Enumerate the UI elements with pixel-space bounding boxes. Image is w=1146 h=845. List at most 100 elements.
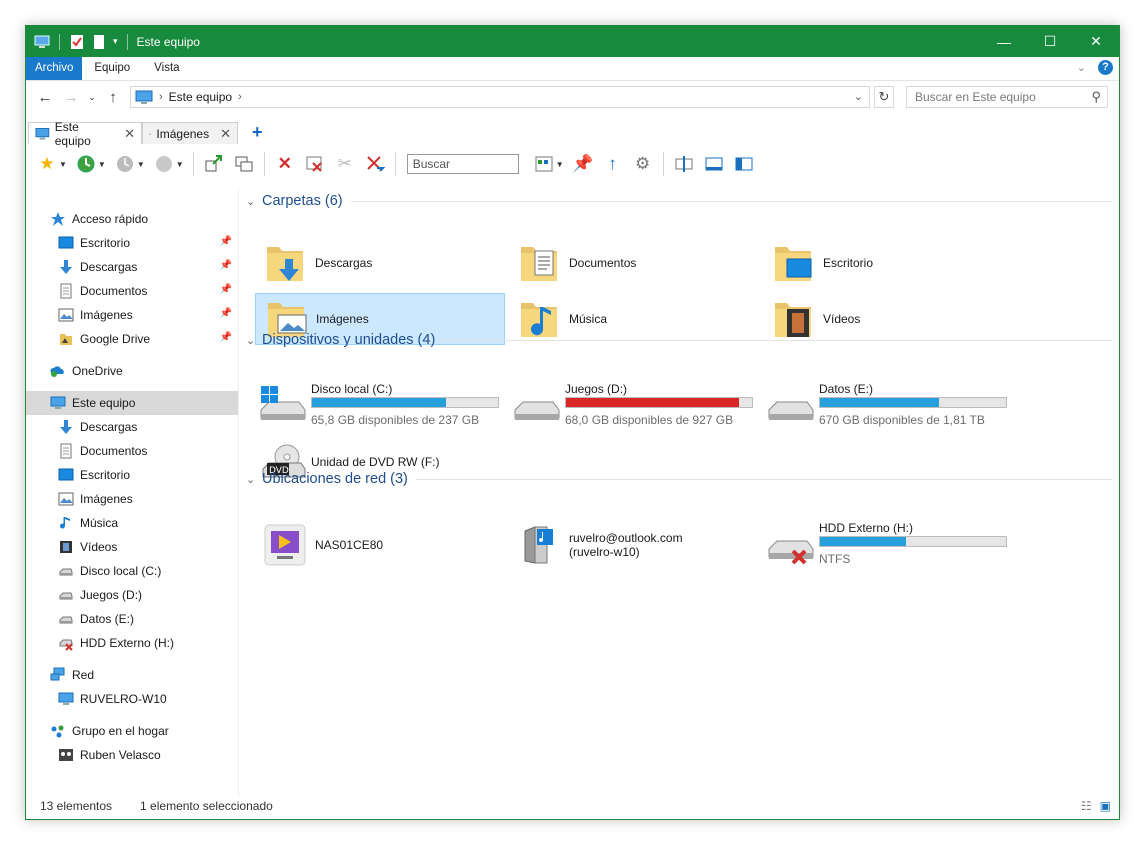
collapse-icon[interactable]: ⌄: [246, 334, 262, 347]
sidebar-item[interactable]: Descargas 📌: [26, 255, 238, 279]
back-icon[interactable]: ←: [34, 89, 56, 106]
drive-tile[interactable]: Juegos (D:) 68,0 GB disponibles de 927 GB: [509, 380, 759, 430]
sidebar-item[interactable]: Google Drive 📌: [26, 327, 238, 351]
search-input[interactable]: Buscar en Este equipo ⚲: [906, 86, 1108, 108]
dropdown-icon[interactable]: ▼: [98, 160, 106, 169]
settings-icon[interactable]: ⚙: [632, 153, 654, 175]
details-pane-icon[interactable]: [733, 153, 755, 175]
group-header-network[interactable]: ⌄ Ubicaciones de red (3): [246, 468, 1112, 490]
search-placeholder: Buscar en Este equipo: [915, 90, 1036, 104]
group-header-folders[interactable]: ⌄ Carpetas (6): [246, 190, 1112, 212]
help-icon[interactable]: ?: [1098, 60, 1113, 75]
tiles-view-icon[interactable]: ▣: [1100, 799, 1111, 813]
forward-icon[interactable]: →: [60, 89, 82, 106]
tab-imagenes[interactable]: Imágenes ✕: [142, 122, 238, 144]
address-bar[interactable]: › Este equipo › ⌄: [130, 86, 870, 108]
sidebar-item[interactable]: Grupo en el hogar: [26, 719, 238, 743]
close-tab-icon[interactable]: ✕: [220, 126, 231, 142]
music-icon: [58, 515, 74, 531]
breadcrumb-item[interactable]: Este equipo: [169, 90, 232, 104]
ribbon-tab-equipo[interactable]: Equipo: [82, 57, 142, 80]
drive-tile[interactable]: Datos (E:) 670 GB disponibles de 1,81 TB: [763, 380, 1013, 430]
sidebar-item[interactable]: Imágenes: [26, 487, 238, 511]
details-view-icon[interactable]: ☷: [1081, 799, 1092, 813]
duplicate-icon[interactable]: [233, 153, 255, 175]
sidebar-item[interactable]: Descargas: [26, 415, 238, 439]
sidebar-item[interactable]: Juegos (D:): [26, 583, 238, 607]
folder-tile[interactable]: Documentos: [509, 237, 759, 289]
layout-icon[interactable]: [673, 153, 695, 175]
breadcrumb-chevron-icon[interactable]: ›: [159, 91, 163, 103]
network-location-tile[interactable]: NAS01CE80: [255, 519, 505, 571]
drive-name: Unidad de DVD RW (F:): [311, 455, 440, 469]
history-icon[interactable]: [75, 153, 97, 175]
address-history-icon[interactable]: ⌄: [854, 90, 863, 103]
delete-icon[interactable]: ✕: [274, 153, 296, 175]
qat-dropdown-icon[interactable]: ▾: [113, 36, 118, 47]
sidebar-item[interactable]: Ruben Velasco: [26, 743, 238, 767]
expand-ribbon-icon[interactable]: ⌄: [1077, 61, 1086, 74]
close-tab-icon[interactable]: ✕: [124, 126, 135, 142]
move-delete-icon[interactable]: [364, 153, 386, 175]
sidebar-item[interactable]: RUVELRO-W10: [26, 687, 238, 711]
sidebar-item[interactable]: Escritorio 📌: [26, 231, 238, 255]
up-icon[interactable]: ↑: [102, 89, 124, 106]
refresh-button[interactable]: ↻: [874, 86, 894, 108]
pin-icon[interactable]: 📌: [220, 284, 232, 295]
up-arrow-icon[interactable]: ↑: [602, 153, 624, 175]
preview-pane-icon[interactable]: [703, 153, 725, 175]
sidebar-item[interactable]: Acceso rápido: [26, 207, 238, 231]
group-header-drives[interactable]: ⌄ Dispositivos y unidades (4): [246, 329, 1112, 351]
sidebar-item[interactable]: Documentos 📌: [26, 279, 238, 303]
pin-icon[interactable]: 📌: [220, 260, 232, 271]
properties-icon[interactable]: [69, 34, 85, 50]
sidebar-item[interactable]: Este equipo: [26, 391, 238, 415]
sidebar-item[interactable]: Imágenes 📌: [26, 303, 238, 327]
sidebar-item[interactable]: Documentos: [26, 439, 238, 463]
sidebar-item[interactable]: Disco local (C:): [26, 559, 238, 583]
breadcrumb-chevron-icon[interactable]: ›: [238, 91, 242, 103]
sidebar-item-label: Google Drive: [80, 332, 151, 346]
collapse-icon[interactable]: ⌄: [246, 473, 262, 486]
close-button[interactable]: ✕: [1073, 26, 1119, 57]
folder-tile[interactable]: Descargas: [255, 237, 505, 289]
folder-tile[interactable]: Escritorio: [763, 237, 1013, 289]
copy-to-icon[interactable]: [203, 153, 225, 175]
network-location-tile[interactable]: ruvelro@outlook.com (ruvelro-w10): [509, 519, 759, 571]
new-tab-icon[interactable]: +: [252, 122, 263, 143]
dropdown-icon[interactable]: ▼: [556, 160, 564, 169]
minimize-button[interactable]: —: [981, 26, 1027, 57]
sidebar-item[interactable]: HDD Externo (H:): [26, 631, 238, 655]
recent-locations-icon[interactable]: ⌄: [86, 92, 98, 103]
pin-icon[interactable]: 📌: [220, 308, 232, 319]
favorites-icon[interactable]: ★: [36, 153, 58, 175]
view-mode-icon[interactable]: [533, 153, 555, 175]
ribbon-tab-vista[interactable]: Vista: [142, 57, 191, 80]
maximize-button[interactable]: ☐: [1027, 26, 1073, 57]
clock-disabled-icon[interactable]: [114, 153, 136, 175]
hard-drive-icon: [767, 386, 815, 426]
pin-icon[interactable]: 📌: [220, 332, 232, 343]
delete-permanent-icon[interactable]: [304, 153, 326, 175]
sidebar-item[interactable]: Red: [26, 663, 238, 687]
sidebar-item[interactable]: OneDrive: [26, 359, 238, 383]
dropdown-icon[interactable]: ▼: [176, 160, 184, 169]
pin-icon[interactable]: 📌: [572, 153, 594, 175]
pin-icon[interactable]: 📌: [220, 236, 232, 247]
sidebar-item[interactable]: Vídeos: [26, 535, 238, 559]
cut-icon[interactable]: ✂: [334, 153, 356, 175]
new-folder-icon[interactable]: [91, 34, 107, 50]
tab-este-equipo[interactable]: Este equipo ✕: [28, 120, 142, 148]
drive-tile[interactable]: Disco local (C:) 65,8 GB disponibles de 2…: [255, 380, 505, 430]
sidebar-item[interactable]: Datos (E:): [26, 607, 238, 631]
dropdown-icon[interactable]: ▼: [59, 160, 67, 169]
drive-tile[interactable]: HDD Externo (H:) NTFS: [763, 519, 1013, 569]
toolbar-search-input[interactable]: Buscar: [406, 154, 519, 174]
ribbon-tab-archivo[interactable]: Archivo: [26, 57, 83, 80]
navigation-pane: Acceso rápido Escritorio 📌 Descargas 📌 Docume…: [26, 189, 239, 797]
sidebar-item[interactable]: Escritorio: [26, 463, 238, 487]
sidebar-item[interactable]: Música: [26, 511, 238, 535]
dropdown-icon[interactable]: ▼: [137, 160, 145, 169]
globe-disabled-icon[interactable]: [153, 153, 175, 175]
collapse-icon[interactable]: ⌄: [246, 195, 262, 208]
